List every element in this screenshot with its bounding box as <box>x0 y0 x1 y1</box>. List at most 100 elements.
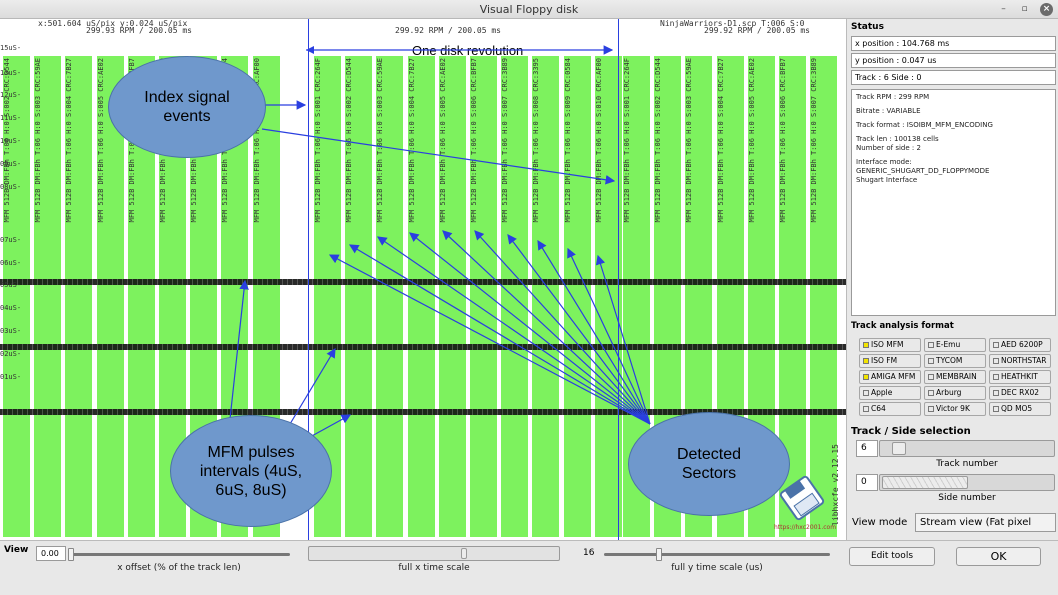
title-bar: Visual Floppy disk – ▫ × <box>0 0 1058 19</box>
format-checkbox[interactable] <box>863 406 869 412</box>
status-detail-line: Track len : 100138 cells <box>856 135 939 143</box>
track-side-title: Track / Side selection <box>851 426 971 437</box>
format-button-arburg[interactable]: Arburg <box>924 386 986 400</box>
close-icon[interactable]: × <box>1040 3 1053 16</box>
index-events-callout: Index signal events <box>108 56 266 158</box>
format-checkbox[interactable] <box>993 358 999 364</box>
format-checkbox[interactable] <box>993 390 999 396</box>
status-detail-line: GENERIC_SHUGART_DD_FLOPPYMODE <box>856 167 990 175</box>
format-label: E-Emu <box>936 340 961 349</box>
status-detail-line: Number of side : 2 <box>856 144 921 152</box>
format-checkbox[interactable] <box>993 342 999 348</box>
bottom-controls: View 0.00 x offset (% of the track len) … <box>0 540 1058 595</box>
format-label: ISO FM <box>871 356 898 365</box>
view-mode-label: View mode <box>852 517 908 528</box>
track-number-slider[interactable] <box>879 440 1055 457</box>
index-events-text: Index signal events <box>144 89 230 125</box>
side-panel: Status x position : 104.768 ms y positio… <box>846 19 1058 540</box>
format-button-qd-mo5[interactable]: QD MO5 <box>989 402 1051 416</box>
format-checkbox[interactable] <box>928 390 934 396</box>
format-label: TYCOM <box>936 356 963 365</box>
side-number-input[interactable]: 0 <box>856 474 878 491</box>
format-checkbox[interactable] <box>928 406 934 412</box>
x-offset-slider[interactable] <box>68 548 290 561</box>
format-checkbox[interactable] <box>993 374 999 380</box>
view-label: View <box>4 545 29 555</box>
track-stream-view[interactable]: MFM 512B DM:FBh T:06 H:0 S:002 CRC:D544 M… <box>0 19 846 540</box>
mfm-pulses-text: MFM pulses intervals (4uS, 6uS, 8uS) <box>199 443 303 499</box>
format-button-aed-6200p[interactable]: AED 6200P <box>989 338 1051 352</box>
format-checkbox[interactable] <box>928 374 934 380</box>
y-time-scale-value: 16 <box>583 548 595 558</box>
format-button-dec-rx02[interactable]: DEC RX02 <box>989 386 1051 400</box>
view-mode-select[interactable]: Stream view (Fat pixel <box>915 513 1056 532</box>
format-checkbox[interactable] <box>928 358 934 364</box>
edit-tools-button[interactable]: Edit tools <box>849 547 935 566</box>
x-time-scale-label: full x time scale <box>398 563 470 573</box>
format-button-iso-fm[interactable]: ISO FM <box>859 354 921 368</box>
side-slider-knob[interactable] <box>882 476 968 489</box>
format-checkbox[interactable] <box>993 406 999 412</box>
mfm-pulses-callout: MFM pulses intervals (4uS, 6uS, 8uS) <box>170 415 332 527</box>
minimize-icon[interactable]: – <box>997 3 1010 16</box>
track-side-field: Track : 6 Side : 0 <box>851 70 1056 85</box>
format-label: QD MO5 <box>1001 404 1033 413</box>
format-label: ISO MFM <box>871 340 904 349</box>
format-label: HEATHKIT <box>1001 372 1038 381</box>
status-details: Track RPM : 299 RPM Bitrate : VARIABLE Tra… <box>851 89 1056 316</box>
status-detail-line: Track RPM : 299 RPM <box>856 93 930 101</box>
hxc2001-logo <box>779 475 825 521</box>
format-checkbox[interactable] <box>863 358 869 364</box>
window-title: Visual Floppy disk <box>479 3 579 16</box>
format-checkbox[interactable] <box>863 342 869 348</box>
format-button-heathkit[interactable]: HEATHKIT <box>989 370 1051 384</box>
version-label: libhxcfe v2.12.15 <box>831 444 840 526</box>
side-number-label: Side number <box>938 493 996 503</box>
track-number-input[interactable]: 6 <box>856 440 878 457</box>
x-position-field: x position : 104.768 ms <box>851 36 1056 51</box>
format-button-iso-mfm[interactable]: ISO MFM <box>859 338 921 352</box>
track-analysis-title: Track analysis format <box>851 321 954 331</box>
format-button-victor-9k[interactable]: Victor 9K <box>924 402 986 416</box>
y-time-scale-label: full y time scale (us) <box>671 563 763 573</box>
format-button-membrain[interactable]: MEMBRAIN <box>924 370 986 384</box>
status-title: Status <box>851 22 884 32</box>
status-detail-line: Interface mode: <box>856 158 912 166</box>
format-label: DEC RX02 <box>1001 388 1040 397</box>
side-number-slider[interactable] <box>879 474 1055 491</box>
x-time-scale-slider[interactable] <box>308 546 560 561</box>
track-slider-knob[interactable] <box>892 442 906 455</box>
ok-button[interactable]: OK <box>956 547 1041 566</box>
format-button-c64[interactable]: C64 <box>859 402 921 416</box>
format-button-apple[interactable]: Apple <box>859 386 921 400</box>
x-offset-input[interactable]: 0.00 <box>36 546 66 561</box>
format-label: NORTHSTAR <box>1001 356 1047 365</box>
status-detail-line: Bitrate : VARIABLE <box>856 107 921 115</box>
logo-url: https://hxc2001.com <box>774 524 837 531</box>
y-position-field: y position : 0.047 us <box>851 53 1056 68</box>
x-offset-label: x offset (% of the track len) <box>117 563 241 573</box>
status-detail-line: Track format : ISOIBM_MFM_ENCODING <box>856 121 993 129</box>
format-label: AED 6200P <box>1001 340 1043 349</box>
format-button-northstar[interactable]: NORTHSTAR <box>989 354 1051 368</box>
format-button-amiga-mfm[interactable]: AMIGA MFM <box>859 370 921 384</box>
format-label: MEMBRAIN <box>936 372 977 381</box>
detected-sectors-text: Detected Sectors <box>676 446 742 482</box>
format-label: Arburg <box>936 388 962 397</box>
x-time-scale-thumb[interactable] <box>461 548 467 559</box>
format-button-tycom[interactable]: TYCOM <box>924 354 986 368</box>
format-checkbox[interactable] <box>863 390 869 396</box>
format-checkbox[interactable] <box>928 342 934 348</box>
view-mode-value: Stream view (Fat pixel <box>920 517 1032 528</box>
maximize-icon[interactable]: ▫ <box>1018 3 1031 16</box>
visual-floppy-window: Visual Floppy disk – ▫ × MFM 512B DM:FBh… <box>0 0 1058 595</box>
y-time-scale-slider[interactable] <box>604 548 830 561</box>
format-label: C64 <box>871 404 886 413</box>
track-number-label: Track number <box>936 459 998 469</box>
y-time-scale-thumb[interactable] <box>656 548 662 561</box>
detected-sectors-callout: Detected Sectors <box>628 412 790 516</box>
x-offset-thumb[interactable] <box>68 548 74 561</box>
format-checkbox[interactable] <box>863 374 869 380</box>
format-label: Victor 9K <box>936 404 970 413</box>
format-button-e-emu[interactable]: E-Emu <box>924 338 986 352</box>
